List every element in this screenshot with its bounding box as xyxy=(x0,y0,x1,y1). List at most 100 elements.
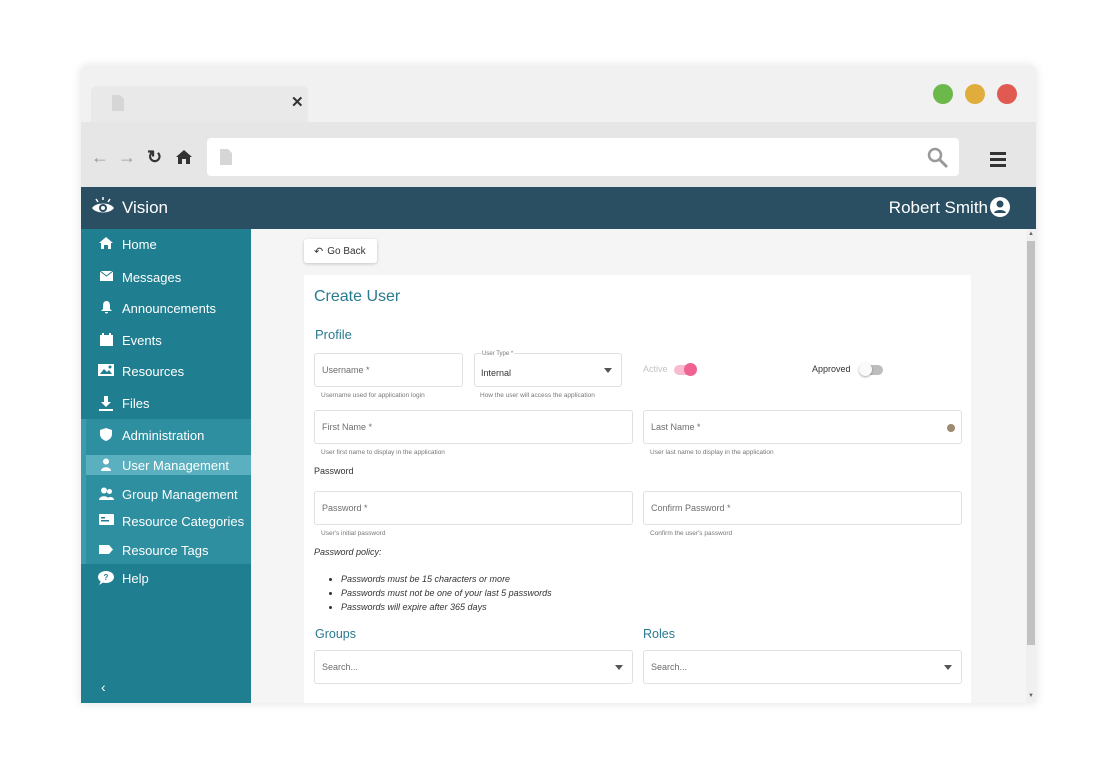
sidebar-item-label: Files xyxy=(122,395,150,411)
last-name-field[interactable]: Last Name * xyxy=(643,410,962,444)
tab-bar: ✕ xyxy=(81,66,1036,122)
undo-arrow-icon: ↶ xyxy=(314,245,324,258)
app-header: Vision Robert Smith xyxy=(81,187,1036,229)
sidebar-item-label: Resource Tags xyxy=(122,542,209,558)
page-icon xyxy=(220,149,232,165)
toggle-knob xyxy=(684,363,697,376)
policy-item: Passwords must not be one of your last 5… xyxy=(341,586,552,600)
sidebar-item-label: Messages xyxy=(122,269,182,285)
active-label: Active xyxy=(643,364,668,374)
help-bubble-icon: ? xyxy=(98,571,114,585)
calendar-icon xyxy=(98,333,114,347)
chevron-down-icon xyxy=(615,665,623,670)
envelope-icon xyxy=(98,270,114,284)
sidebar-item-group-management[interactable]: Group Management xyxy=(81,481,251,507)
scroll-up-icon[interactable]: ▲ xyxy=(1028,231,1034,237)
bell-icon xyxy=(98,301,114,315)
password-placeholder: Password * xyxy=(322,503,368,513)
user-type-value: Internal xyxy=(481,368,512,378)
sidebar-item-home[interactable]: Home xyxy=(81,231,251,257)
username-helper: Username used for application login xyxy=(321,392,425,399)
sidebar-item-administration[interactable]: Administration xyxy=(81,422,251,448)
sidebar-item-resource-tags[interactable]: Resource Tags xyxy=(81,537,251,563)
sidebar-item-user-management[interactable]: User Management xyxy=(81,452,251,478)
sidebar-item-label: Resources xyxy=(122,363,185,379)
confirm-password-placeholder: Confirm Password * xyxy=(651,503,731,513)
first-name-field[interactable]: First Name * xyxy=(314,410,633,444)
sidebar-item-resource-categories[interactable]: Resource Categories xyxy=(81,508,251,534)
last-name-helper: User last name to display in the applica… xyxy=(650,449,774,456)
sidebar-item-files[interactable]: Files xyxy=(81,390,251,416)
address-bar[interactable] xyxy=(207,138,959,176)
sidebar-item-label: Events xyxy=(122,332,162,348)
last-name-placeholder: Last Name * xyxy=(651,422,701,432)
username-placeholder: Username * xyxy=(322,365,370,375)
user-type-helper: How the user will access the application xyxy=(480,392,595,399)
app-name: Vision xyxy=(122,198,168,217)
sidebar-item-events[interactable]: Events xyxy=(81,327,251,353)
password-policy-title: Password policy: xyxy=(314,547,382,557)
minimize-button[interactable] xyxy=(965,84,985,104)
groups-search-select[interactable]: Search... xyxy=(314,650,633,684)
groups-heading: Groups xyxy=(315,627,356,641)
sidebar-item-resources[interactable]: Resources xyxy=(81,358,251,384)
sidebar: Home Messages Announcements Events Resou… xyxy=(81,229,251,703)
sidebar-item-label: Resource Categories xyxy=(122,513,245,529)
confirm-password-helper: Confirm the user's password xyxy=(650,530,733,537)
close-window-button[interactable] xyxy=(997,84,1017,104)
close-tab-icon[interactable]: ✕ xyxy=(291,95,304,111)
sidebar-item-help[interactable]: ? Help xyxy=(81,565,251,591)
profile-heading: Profile xyxy=(315,327,352,342)
forward-arrow-icon[interactable]: → xyxy=(118,148,136,166)
collapse-sidebar-icon[interactable]: ‹ xyxy=(101,679,106,695)
sidebar-item-label: Group Management xyxy=(122,486,238,502)
user-avatar-icon[interactable] xyxy=(990,197,1010,217)
roles-heading: Roles xyxy=(643,627,675,641)
chevron-down-icon xyxy=(604,368,612,373)
vertical-scrollbar[interactable]: ▲ ▼ xyxy=(1026,229,1036,703)
reload-icon[interactable]: ↻ xyxy=(147,148,162,166)
autofill-icon xyxy=(947,424,955,432)
document-icon xyxy=(112,95,124,111)
window-controls xyxy=(933,84,1017,104)
sidebar-item-label: Administration xyxy=(122,427,205,443)
home-icon xyxy=(98,237,114,251)
scrollbar-thumb[interactable] xyxy=(1027,241,1035,645)
policy-item: Passwords will expire after 365 days xyxy=(341,600,552,614)
sidebar-item-announcements[interactable]: Announcements xyxy=(81,295,251,321)
go-back-label: Go Back xyxy=(327,245,366,257)
user-icon xyxy=(98,458,114,472)
browser-window: ✕ ← → ↻ Vision Robert Smith Home Message… xyxy=(81,66,1036,703)
sidebar-item-messages[interactable]: Messages xyxy=(81,264,251,290)
tag-icon xyxy=(98,543,114,557)
main-content: ↶ Go Back Create User Profile Username *… xyxy=(251,229,1026,703)
password-field[interactable]: Password * xyxy=(314,491,633,525)
confirm-password-field[interactable]: Confirm Password * xyxy=(643,491,962,525)
active-toggle[interactable] xyxy=(674,363,697,376)
browser-navbar: ← → ↻ xyxy=(81,122,1036,187)
scroll-down-icon[interactable]: ▼ xyxy=(1028,693,1034,699)
maximize-button[interactable] xyxy=(933,84,953,104)
browser-tab[interactable]: ✕ xyxy=(91,86,308,122)
svg-text:?: ? xyxy=(104,573,109,582)
password-helper: User's initial password xyxy=(321,530,386,537)
chevron-down-icon xyxy=(944,665,952,670)
first-name-placeholder: First Name * xyxy=(322,422,373,432)
approved-label: Approved xyxy=(812,364,851,374)
download-icon xyxy=(98,396,114,411)
home-nav-icon[interactable] xyxy=(175,149,193,165)
go-back-button[interactable]: ↶ Go Back xyxy=(304,239,377,263)
page-title: Create User xyxy=(314,288,401,305)
sidebar-item-label: Help xyxy=(122,570,149,586)
first-name-helper: User first name to display in the applic… xyxy=(321,449,445,456)
user-type-select[interactable]: User Type * Internal xyxy=(474,351,622,387)
search-icon[interactable] xyxy=(927,147,949,169)
approved-toggle[interactable] xyxy=(859,363,883,376)
back-arrow-icon[interactable]: ← xyxy=(91,148,109,166)
users-icon xyxy=(98,487,114,501)
user-type-label: User Type * xyxy=(481,351,515,357)
username-field[interactable]: Username * xyxy=(314,353,463,387)
user-name[interactable]: Robert Smith xyxy=(889,198,988,218)
roles-search-select[interactable]: Search... xyxy=(643,650,962,684)
hamburger-menu-icon[interactable] xyxy=(990,152,1006,170)
